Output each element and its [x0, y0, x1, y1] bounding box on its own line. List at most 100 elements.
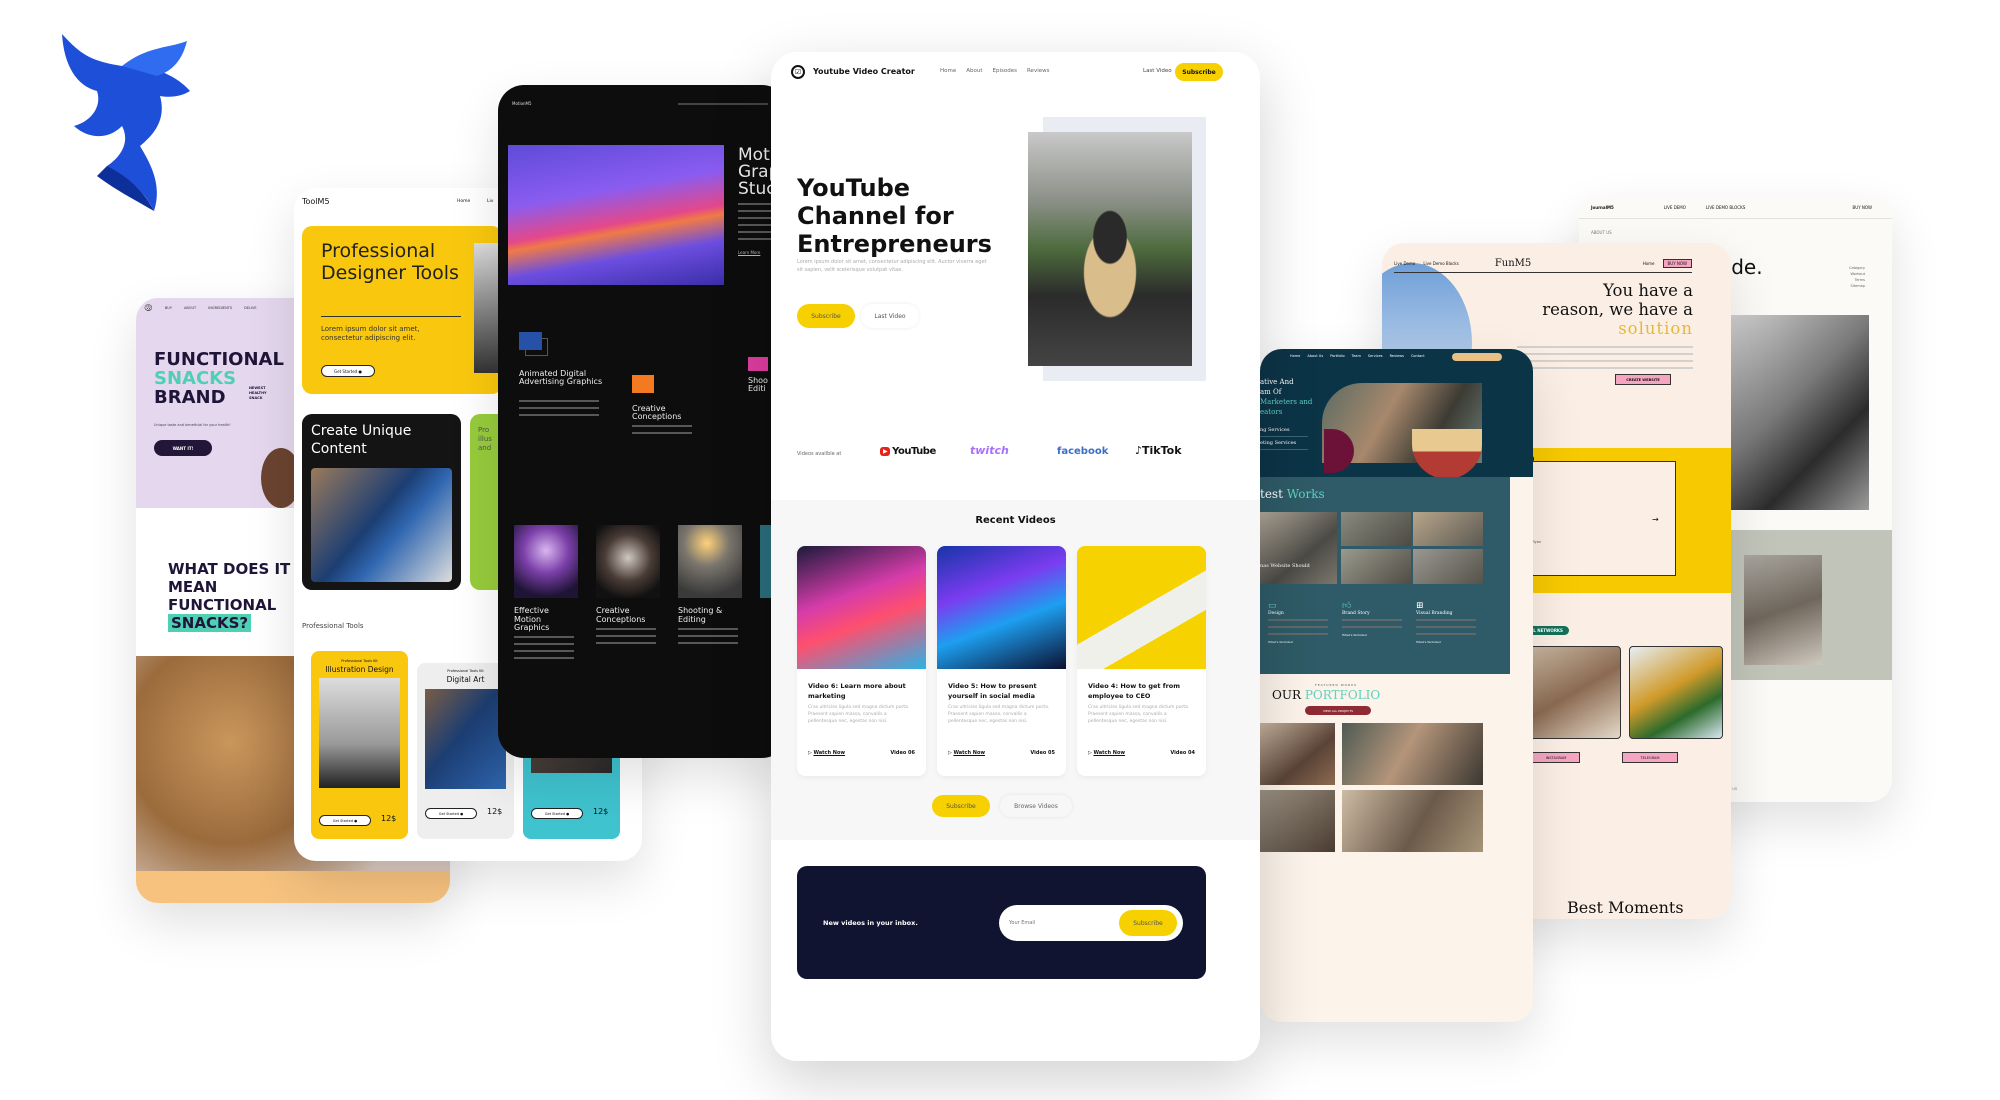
video-description: Cras ultricies ligula sed magna dictum p… [948, 705, 1050, 724]
agency-nav-item[interactable]: Team [1352, 354, 1361, 358]
product-photo [425, 689, 506, 789]
recent-subscribe-button[interactable]: Subscribe [932, 795, 990, 817]
snacks-tagline: Unique taste and beneficial for your hea… [154, 423, 231, 427]
agency-template-card[interactable]: Home About Us Portfolio Team Services Reviews… [1260, 349, 1533, 1022]
snacks-nav-item[interactable]: DELIVE [244, 306, 257, 310]
journal-buy-now[interactable]: BUY NOW [1853, 205, 1872, 210]
snacks-badge: SNACK [249, 396, 263, 400]
agency-hero-line: am Of [1260, 388, 1282, 396]
video-card[interactable]: Video 4: How to get from employee to CEO… [1077, 546, 1206, 776]
view-all-projects-button[interactable]: VIEW ALL PROJECTS [1305, 706, 1371, 715]
fun-buy-now-button[interactable]: BUY NOW [1662, 259, 1692, 268]
agency-hero-line: ative And [1260, 378, 1294, 386]
nav-last-video-link[interactable]: Last Video [1143, 68, 1172, 74]
browse-videos-button[interactable]: Browse Videos [1000, 795, 1072, 817]
email-input[interactable] [1009, 914, 1109, 932]
agency-nav-item[interactable]: Contact [1411, 354, 1425, 358]
want-it-button[interactable]: WANT IT! [154, 440, 212, 456]
video-thumbnail[interactable] [1077, 546, 1206, 669]
works-heading: test [1260, 487, 1287, 501]
tools-divider [321, 316, 461, 317]
agency-nav-item[interactable]: Reviews [1390, 354, 1404, 358]
nav-episodes[interactable]: Episodes [993, 68, 1017, 74]
fun-nav-live-demo-blocks[interactable]: Live Demo Blocks [1423, 261, 1459, 266]
product-card[interactable]: Professional Tools Kit Illustration Desi… [311, 651, 408, 839]
get-started-button[interactable]: Get Started ● [321, 365, 375, 377]
nav-about[interactable]: About [966, 68, 982, 74]
get-started-button[interactable]: Get Started ● [425, 808, 477, 819]
journal-nav-live-demo[interactable]: LIVE DEMO [1664, 205, 1686, 210]
snacks-question-line: FUNCTIONAL [168, 596, 277, 614]
work-title: Creative Conceptions [596, 606, 646, 624]
work-text [514, 636, 574, 664]
recent-videos-heading: Recent Videos [975, 515, 1056, 526]
fun-hero-line: You have a [1603, 281, 1693, 300]
hero-subscribe-button[interactable]: Subscribe [797, 304, 855, 328]
create-website-button[interactable]: CREATE WEBSITE [1615, 374, 1671, 385]
fun-hero-solution: solution [1618, 319, 1693, 338]
best-moments-heading: Best Moments [1567, 898, 1684, 917]
video-card[interactable]: Video 6: Learn more about marketing Cras… [797, 546, 926, 776]
next-arrow-icon[interactable]: → [1652, 515, 1659, 524]
instagram-button[interactable]: INSTAGRAM [1532, 752, 1580, 763]
site-title: Youtube Video Creator [813, 67, 915, 76]
monitor-icon: ▭ [1268, 601, 1277, 611]
whats-included-link[interactable]: What's Included [1342, 633, 1416, 637]
whats-included-link[interactable]: What's Included [1268, 640, 1342, 644]
agency-service-link[interactable]: ng Services [1260, 424, 1308, 437]
journal-about[interactable]: ABOUT US [1591, 230, 1612, 235]
portfolio-photo [1260, 790, 1335, 852]
learn-more-link[interactable]: Learn More [738, 250, 760, 255]
nav-subscribe-button[interactable]: Subscribe [1175, 63, 1223, 81]
agency-nav-item[interactable]: Services [1368, 354, 1383, 358]
nav-home[interactable]: Home [940, 68, 956, 74]
video-thumbnail[interactable] [937, 546, 1066, 669]
service-title: Animated Digital Advertising Graphics [519, 369, 603, 386]
fun-hero-text [1517, 346, 1693, 370]
agency-nav-item[interactable]: Portfolio [1330, 354, 1344, 358]
watch-now-link[interactable]: Watch Now [953, 750, 985, 756]
tools-nav-home[interactable]: Home [457, 199, 470, 204]
motionm5-template-card[interactable]: MotionM5 Moti Grap Stuc Learn More Animate… [498, 85, 788, 758]
fun-nav-live-demo[interactable]: Live Demo [1394, 261, 1415, 266]
portfolio-heading-accent: PORTFOLIO [1304, 688, 1381, 702]
bull-flame-logo-icon [62, 34, 190, 211]
hero-title-line: Channel for [797, 202, 954, 230]
newsletter-subscribe-button[interactable]: Subscribe [1119, 910, 1177, 936]
featured-works-label: FEATURED WORKS [1315, 683, 1357, 687]
work-title: Effective Motion Graphics [514, 606, 550, 632]
orange-square-icon [632, 375, 654, 393]
motion-brand: MotionM5 [512, 101, 532, 106]
agency-cta-button[interactable] [1452, 353, 1502, 361]
agency-service-link[interactable]: eting Services [1260, 437, 1308, 450]
whats-included-link[interactable]: What's Included [1416, 640, 1490, 644]
snacks-question-highlight: SNACKS? [168, 614, 252, 632]
telegram-button[interactable]: TELEGRAM [1622, 752, 1678, 763]
service-text [632, 425, 692, 439]
watch-now-link[interactable]: Watch Now [813, 750, 845, 756]
tiktok-note-icon: ♪ [1135, 444, 1143, 457]
video-thumbnail[interactable] [797, 546, 926, 669]
nav-reviews[interactable]: Reviews [1027, 68, 1050, 74]
get-started-button[interactable]: Get Started ● [531, 808, 583, 819]
snacks-nav-item[interactable]: INGREDIENTS [208, 306, 232, 310]
youtube-creator-template-card[interactable]: ☑ Youtube Video Creator Home About Episode… [771, 52, 1260, 1061]
journal-side-link[interactable]: Sitemap [1849, 283, 1866, 289]
fun-nav-home[interactable]: Home [1643, 261, 1655, 266]
product-name: Illustration Design [325, 665, 394, 674]
video-card[interactable]: Video 5: How to present yourself in soci… [937, 546, 1066, 776]
snacks-nav-item[interactable]: ABOUT [184, 306, 196, 310]
snacks-nav-item[interactable]: BUY [165, 306, 172, 310]
journal-nav-live-demo-blocks[interactable]: LIVE DEMO BLOCKS [1706, 205, 1745, 210]
agency-nav-item[interactable]: Home [1290, 354, 1300, 358]
youtube-logo: ▶ YouTube [880, 446, 936, 457]
work-photo [678, 525, 742, 598]
agency-hero-line: Marketers and [1260, 398, 1313, 406]
watch-now-link[interactable]: Watch Now [1093, 750, 1125, 756]
get-started-button[interactable]: Get Started ● [319, 815, 371, 826]
work-text [678, 628, 738, 648]
tools-nav-item[interactable]: Liv [487, 199, 493, 204]
agency-nav-item[interactable]: About Us [1307, 354, 1323, 358]
work-photo [596, 525, 660, 598]
hero-last-video-button[interactable]: Last Video [861, 304, 919, 328]
